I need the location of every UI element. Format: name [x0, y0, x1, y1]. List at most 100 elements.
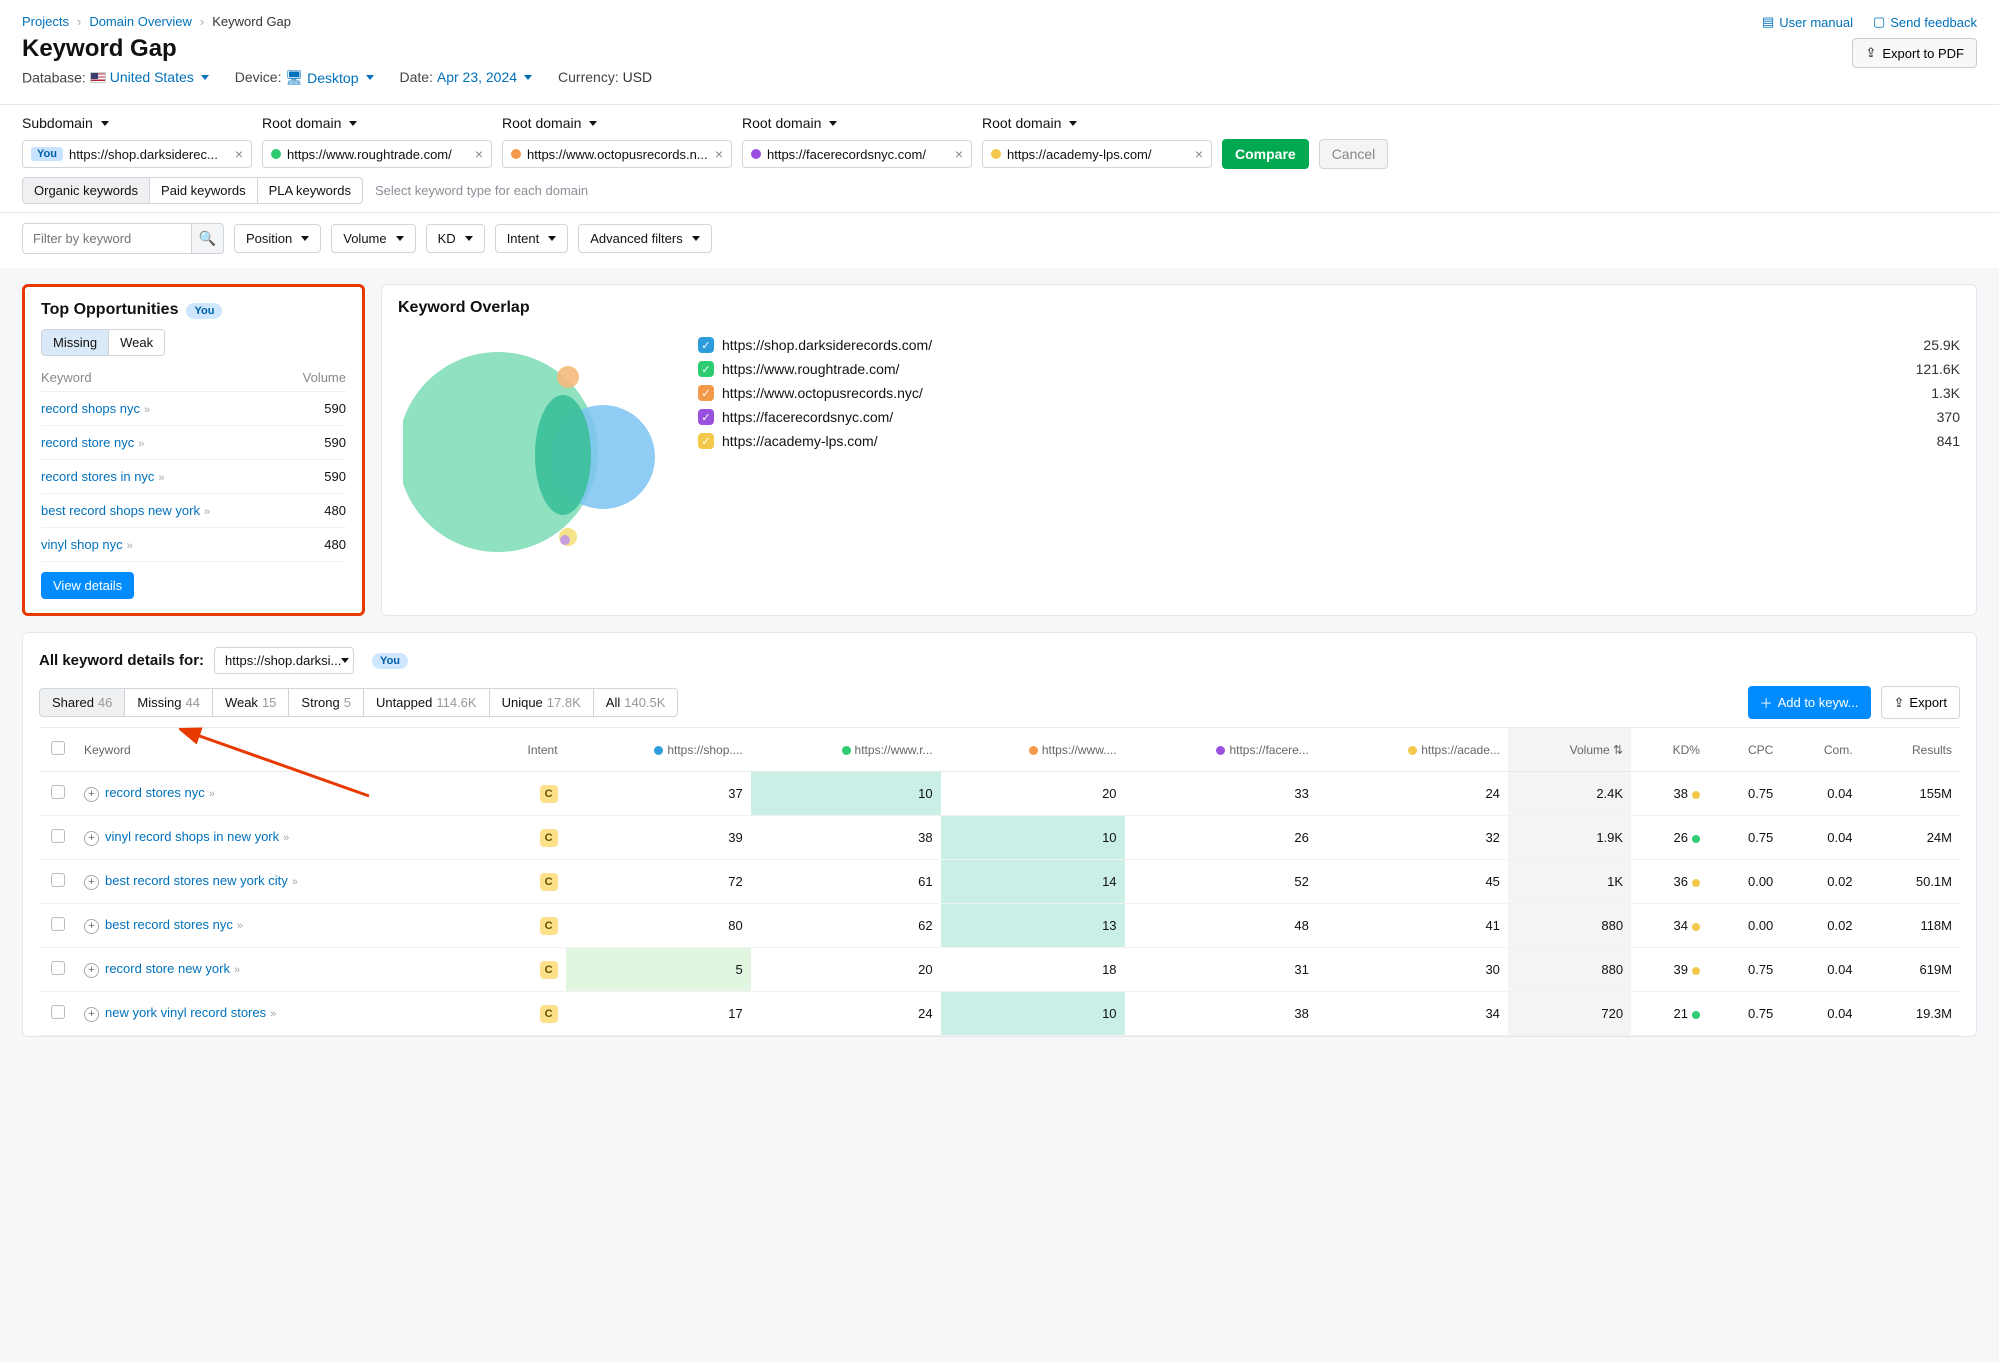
kd-filter[interactable]: KD [426, 224, 485, 253]
position-filter[interactable]: Position [234, 224, 321, 253]
col-domain[interactable]: https://acade... [1317, 728, 1508, 772]
col-results[interactable]: Results [1861, 728, 1960, 772]
expand-icon[interactable]: + [84, 1007, 99, 1022]
keyword-link[interactable]: record shops nyc [41, 401, 140, 416]
row-checkbox[interactable] [51, 873, 65, 887]
export-button[interactable]: ⇪Export [1881, 686, 1960, 719]
export-pdf-button[interactable]: ⇪Export to PDF [1852, 38, 1977, 68]
expand-icon[interactable]: + [84, 963, 99, 978]
keyword-link[interactable]: new york vinyl record stores [105, 1005, 266, 1020]
col-domain[interactable]: https://www.... [941, 728, 1125, 772]
detail-tab[interactable]: Strong5 [289, 688, 364, 717]
close-icon[interactable]: × [235, 146, 243, 162]
volume-filter[interactable]: Volume [331, 224, 415, 253]
device-selector[interactable]: 🖥Desktop [285, 69, 373, 86]
close-icon[interactable]: × [715, 146, 723, 162]
keyword-link[interactable]: best record shops new york [41, 503, 200, 518]
domain-input[interactable]: https://www.roughtrade.com/× [262, 140, 492, 168]
kd-value: 39 [1631, 948, 1708, 992]
col-cpc[interactable]: CPC [1708, 728, 1781, 772]
compare-button[interactable]: Compare [1222, 139, 1309, 169]
intent-badge: C [540, 917, 558, 935]
breadcrumb-domain-overview[interactable]: Domain Overview [89, 14, 192, 29]
close-icon[interactable]: × [955, 146, 963, 162]
keyword-link[interactable]: best record stores nyc [105, 917, 233, 932]
expand-icon[interactable]: + [84, 919, 99, 934]
breadcrumb-projects[interactable]: Projects [22, 14, 69, 29]
cancel-button[interactable]: Cancel [1319, 139, 1389, 169]
domain-input[interactable]: https://academy-lps.com/× [982, 140, 1212, 168]
breadcrumb-current: Keyword Gap [212, 14, 291, 29]
detail-tab[interactable]: Unique17.8K [490, 688, 594, 717]
detail-tab[interactable]: Weak15 [213, 688, 289, 717]
send-feedback-link[interactable]: ▢Send feedback [1873, 14, 1977, 30]
double-chevron-icon: » [204, 506, 210, 518]
col-keyword[interactable]: Keyword [76, 728, 484, 772]
detail-tab[interactable]: Untapped114.6K [364, 688, 490, 717]
row-checkbox[interactable] [51, 917, 65, 931]
col-domain[interactable]: https://facere... [1125, 728, 1317, 772]
close-icon[interactable]: × [1195, 146, 1203, 162]
domain-type-selector[interactable]: Root domain [262, 115, 492, 131]
tab-weak[interactable]: Weak [109, 329, 165, 356]
domain-input[interactable]: https://www.octopusrecords.n...× [502, 140, 732, 168]
keyword-link[interactable]: vinyl record shops in new york [105, 829, 279, 844]
chevron-right-icon: › [200, 14, 204, 29]
col-intent[interactable]: Intent [484, 728, 566, 772]
date-selector[interactable]: Apr 23, 2024 [437, 69, 532, 85]
expand-icon[interactable]: + [84, 875, 99, 890]
domain-type-selector[interactable]: Subdomain [22, 115, 252, 131]
col-domain[interactable]: https://shop.... [566, 728, 751, 772]
table-row: +record store new york» C 520183130 880 … [39, 948, 1960, 992]
col-kd[interactable]: KD% [1631, 728, 1708, 772]
domain-input[interactable]: Youhttps://shop.darksiderec...× [22, 140, 252, 168]
results-value: 619M [1861, 948, 1960, 992]
tab-paid-keywords[interactable]: Paid keywords [150, 177, 258, 204]
search-button[interactable]: 🔍 [192, 223, 224, 254]
keyword-link[interactable]: best record stores new york city [105, 873, 288, 888]
domain-input[interactable]: https://facerecordsnyc.com/× [742, 140, 972, 168]
detail-tab[interactable]: Missing44 [125, 688, 213, 717]
filter-keyword-input[interactable] [22, 223, 192, 254]
legend-checkbox[interactable]: ✓ [698, 337, 714, 353]
tab-pla-keywords[interactable]: PLA keywords [258, 177, 363, 204]
row-checkbox[interactable] [51, 1005, 65, 1019]
details-domain-selector[interactable]: https://shop.darksi... [214, 647, 354, 674]
expand-icon[interactable]: + [84, 787, 99, 802]
view-details-button[interactable]: View details [41, 572, 134, 599]
add-to-keywords-button[interactable]: ＋Add to keyw... [1748, 686, 1871, 719]
volume-value: 720 [1508, 992, 1631, 1036]
intent-filter[interactable]: Intent [495, 224, 569, 253]
legend-label: https://facerecordsnyc.com/ [722, 409, 893, 425]
col-domain[interactable]: https://www.r... [751, 728, 941, 772]
close-icon[interactable]: × [475, 146, 483, 162]
row-checkbox[interactable] [51, 785, 65, 799]
legend-checkbox[interactable]: ✓ [698, 385, 714, 401]
user-manual-link[interactable]: ▤User manual [1762, 14, 1853, 30]
col-com[interactable]: Com. [1781, 728, 1860, 772]
advanced-filters[interactable]: Advanced filters [578, 224, 712, 253]
keyword-link[interactable]: record store nyc [41, 435, 134, 450]
tab-missing[interactable]: Missing [41, 329, 109, 356]
select-all-checkbox[interactable] [51, 741, 65, 755]
domain-type-selector[interactable]: Root domain [982, 115, 1212, 131]
domain-type-selector[interactable]: Root domain [502, 115, 732, 131]
domain-type-selector[interactable]: Root domain [742, 115, 972, 131]
expand-icon[interactable]: + [84, 831, 99, 846]
legend-checkbox[interactable]: ✓ [698, 433, 714, 449]
detail-tab[interactable]: All140.5K [594, 688, 679, 717]
detail-tab[interactable]: Shared46 [39, 688, 125, 717]
keyword-link[interactable]: record stores nyc [105, 785, 205, 800]
keyword-link[interactable]: record store new york [105, 961, 230, 976]
legend-checkbox[interactable]: ✓ [698, 361, 714, 377]
col-volume[interactable]: Volume ⇅ [1508, 728, 1631, 772]
db-selector[interactable]: United States [90, 69, 209, 85]
row-checkbox[interactable] [51, 829, 65, 843]
tab-organic-keywords[interactable]: Organic keywords [22, 177, 150, 204]
legend-row: ✓https://shop.darksiderecords.com/25.9K [698, 337, 1960, 353]
keyword-link[interactable]: record stores in nyc [41, 469, 154, 484]
chevron-down-icon [101, 121, 109, 126]
row-checkbox[interactable] [51, 961, 65, 975]
keyword-link[interactable]: vinyl shop nyc [41, 537, 123, 552]
legend-checkbox[interactable]: ✓ [698, 409, 714, 425]
